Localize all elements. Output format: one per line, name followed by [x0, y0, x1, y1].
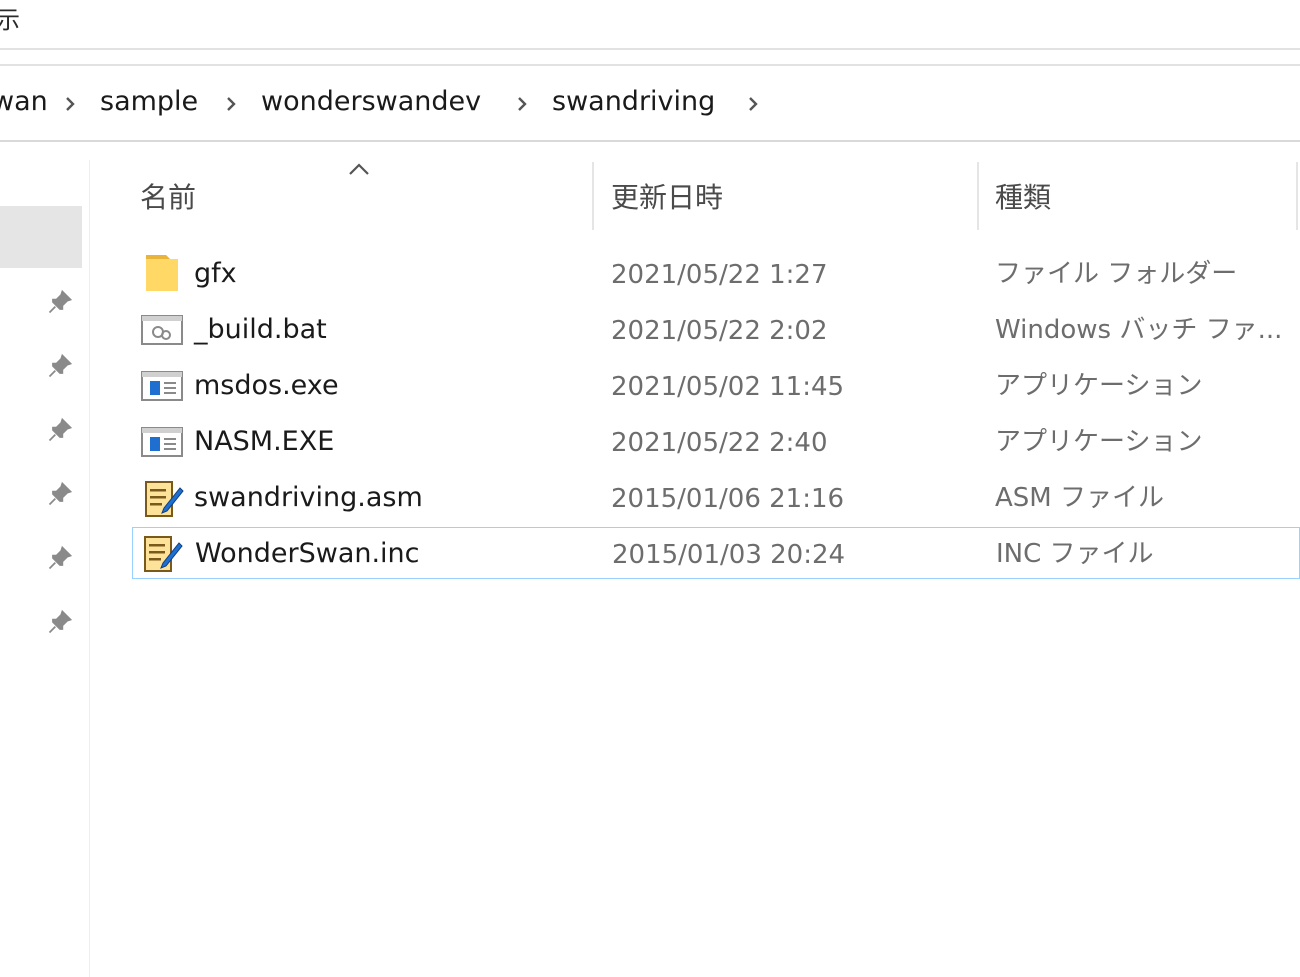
column-header-type[interactable]: 種類: [995, 176, 1051, 216]
file-date: 2021/05/22 2:02: [611, 316, 828, 346]
breadcrumb-item-sample[interactable]: sample: [100, 86, 198, 117]
file-row-wonderswan-inc[interactable]: WonderSwan.inc 2015/01/03 20:24 INC ファイル: [132, 527, 1300, 579]
file-name: gfx: [194, 258, 237, 289]
file-row-swandriving-asm[interactable]: swandriving.asm 2015/01/06 21:16 ASM ファイ…: [0, 470, 1300, 526]
file-row-gfx[interactable]: gfx 2021/05/22 1:27 ファイル フォルダー: [0, 246, 1300, 302]
column-resize-handle[interactable]: [977, 162, 979, 230]
column-resize-handle[interactable]: [1296, 162, 1298, 230]
file-date: 2015/01/03 20:24: [612, 540, 846, 570]
breadcrumb-item-swandriving[interactable]: swandriving: [552, 86, 715, 117]
batch-file-icon: [141, 315, 183, 345]
file-type: INC ファイル: [996, 539, 1154, 569]
file-row-build-bat[interactable]: _build.bat 2021/05/22 2:02 Windows バッチ フ…: [0, 302, 1300, 358]
file-date: 2015/01/06 21:16: [611, 484, 845, 514]
file-name: NASM.EXE: [194, 426, 335, 457]
file-date: 2021/05/22 1:27: [611, 260, 828, 290]
text-file-icon: [145, 481, 184, 517]
chevron-up-icon[interactable]: [346, 160, 372, 178]
file-type: アプリケーション: [995, 371, 1203, 401]
file-type: ASM ファイル: [995, 483, 1164, 513]
file-type: アプリケーション: [995, 427, 1203, 457]
column-header-name[interactable]: 名前: [140, 176, 196, 216]
text-file-icon: [144, 536, 183, 572]
folder-icon: [146, 255, 178, 291]
chevron-right-icon[interactable]: [219, 92, 243, 116]
ribbon: 示: [0, 0, 1300, 48]
file-name: WonderSwan.inc: [195, 538, 420, 569]
file-name: swandriving.asm: [194, 482, 423, 513]
file-type: Windows バッチ ファ...: [995, 315, 1283, 345]
column-header-date[interactable]: 更新日時: [611, 176, 723, 216]
ribbon-divider: [0, 48, 1300, 50]
pin-icon[interactable]: [46, 608, 74, 636]
file-name: msdos.exe: [194, 370, 339, 401]
chevron-right-icon[interactable]: [741, 92, 765, 116]
ribbon-label[interactable]: 示: [0, 0, 20, 35]
address-bottom-divider: [0, 140, 1300, 142]
exe-file-icon: [141, 427, 183, 457]
exe-file-icon: [141, 371, 183, 401]
file-date: 2021/05/22 2:40: [611, 428, 828, 458]
file-row-msdos-exe[interactable]: msdos.exe 2021/05/02 11:45 アプリケーション: [0, 358, 1300, 414]
file-row-nasm-exe[interactable]: NASM.EXE 2021/05/22 2:40 アプリケーション: [0, 414, 1300, 470]
breadcrumb-item-wonderswandev[interactable]: wonderswandev: [261, 86, 481, 117]
chevron-right-icon[interactable]: [58, 92, 82, 116]
chevron-right-icon[interactable]: [510, 92, 534, 116]
column-resize-handle[interactable]: [592, 162, 594, 230]
pin-icon[interactable]: [46, 544, 74, 572]
breadcrumb-item-wan[interactable]: wan: [0, 86, 48, 117]
file-name: _build.bat: [194, 314, 327, 345]
file-type: ファイル フォルダー: [995, 259, 1238, 289]
file-date: 2021/05/02 11:45: [611, 372, 845, 402]
